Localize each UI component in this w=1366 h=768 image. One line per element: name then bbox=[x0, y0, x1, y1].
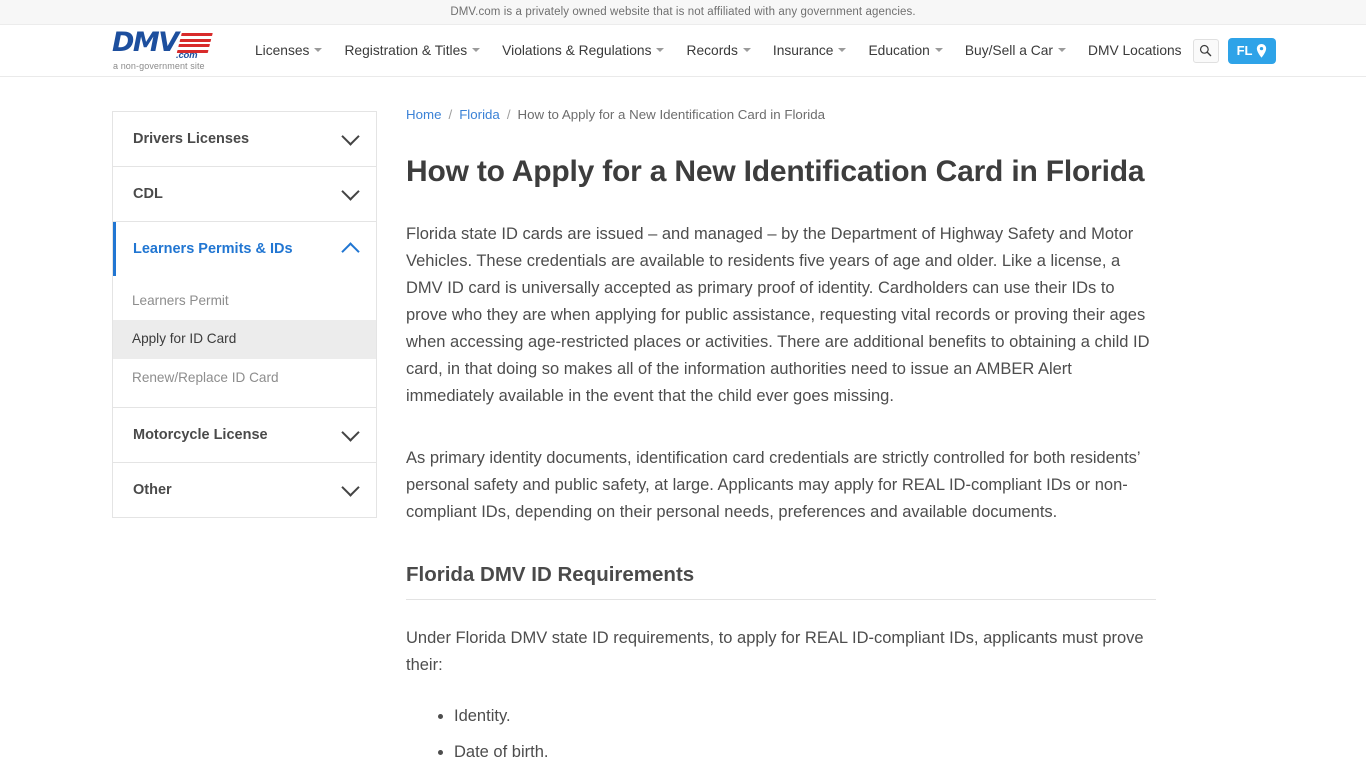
nav-item-dmv-locations[interactable]: DMV Locations bbox=[1077, 42, 1193, 58]
site-header: DMV .com a non-government site Licenses … bbox=[0, 25, 1366, 77]
sidebar-section-other: Other bbox=[113, 462, 376, 517]
main-content: Home / Florida / How to Apply for a New … bbox=[406, 107, 1156, 768]
sidebar-subitem-apply-for-id-card[interactable]: Apply for ID Card bbox=[113, 320, 376, 359]
nav-item-registration-titles[interactable]: Registration & Titles bbox=[333, 42, 491, 58]
sidebar-section-label: Other bbox=[133, 481, 172, 498]
nav-label: Violations & Regulations bbox=[502, 42, 652, 58]
chevron-down-icon bbox=[341, 182, 360, 201]
search-icon bbox=[1200, 44, 1212, 57]
sidebar-subitem-label: Apply for ID Card bbox=[132, 331, 237, 347]
sidebar-section-motorcycle-license: Motorcycle License bbox=[113, 407, 376, 463]
chevron-down-icon bbox=[1058, 48, 1067, 53]
disclaimer-text: DMV.com is a privately owned website tha… bbox=[450, 6, 916, 18]
main-navigation: Licenses Registration & Titles Violation… bbox=[244, 42, 1193, 58]
breadcrumb-current: How to Apply for a New Identification Ca… bbox=[517, 107, 825, 122]
nav-label: Licenses bbox=[255, 42, 310, 58]
location-pin-icon bbox=[1257, 43, 1267, 58]
intro-paragraph-1: Florida state ID cards are issued – and … bbox=[406, 225, 1150, 405]
nav-label: Records bbox=[686, 42, 738, 58]
nav-item-insurance[interactable]: Insurance bbox=[762, 42, 858, 58]
nav-item-violations-regulations[interactable]: Violations & Regulations bbox=[491, 42, 675, 58]
chevron-down-icon bbox=[472, 48, 481, 53]
nav-label: Buy/Sell a Car bbox=[964, 42, 1054, 58]
chevron-down-icon bbox=[656, 48, 665, 53]
sidebar-subitem-label: Renew/Replace ID Card bbox=[132, 369, 279, 385]
breadcrumb-link-florida[interactable]: Florida bbox=[459, 107, 500, 122]
chevron-up-icon bbox=[341, 241, 360, 261]
chevron-down-icon bbox=[341, 478, 360, 497]
page-title: How to Apply for a New Identification Ca… bbox=[406, 155, 1145, 188]
sidebar-subitems: Learners Permit Apply for ID Card Renew/… bbox=[113, 276, 376, 407]
sidebar-item-cdl[interactable]: CDL bbox=[113, 167, 376, 221]
sidebar-item-learners-permits-ids[interactable]: Learners Permits & IDs bbox=[113, 222, 376, 276]
chevron-down-icon bbox=[742, 48, 751, 53]
header-actions: FL bbox=[1192, 37, 1277, 64]
nav-item-licenses[interactable]: Licenses bbox=[244, 42, 333, 58]
state-label: FL bbox=[1236, 43, 1253, 58]
disclaimer-bar: DMV.com is a privately owned website tha… bbox=[0, 0, 1366, 25]
nav-item-education[interactable]: Education bbox=[857, 42, 953, 58]
sidebar-section-learners-permits-ids: Learners Permits & IDs Learners Permit A… bbox=[113, 222, 376, 408]
sidebar-section-label: Drivers Licenses bbox=[133, 131, 250, 147]
sidebar-item-motorcycle-license[interactable]: Motorcycle License bbox=[113, 407, 376, 462]
nav-label: Insurance bbox=[772, 42, 834, 58]
page-body: Drivers Licenses CDL Learners Permits & … bbox=[0, 77, 1366, 768]
chevron-down-icon bbox=[934, 48, 943, 53]
logo-tagline: a non-government site bbox=[113, 60, 205, 71]
logo-wordmark: DMV bbox=[112, 26, 220, 58]
sidebar-section-label: Motorcycle License bbox=[133, 426, 268, 443]
chevron-down-icon bbox=[314, 48, 323, 53]
sidebar-item-other[interactable]: Other bbox=[113, 462, 376, 517]
sidebar-section-label: CDL bbox=[133, 186, 163, 202]
logo-com-text: .com bbox=[176, 49, 198, 61]
sidebar-subitem-learners-permit[interactable]: Learners Permit bbox=[113, 282, 376, 320]
list-item: Date of birth. bbox=[454, 739, 1156, 766]
sidebar-section-cdl: CDL bbox=[113, 167, 376, 222]
sidebar-subitem-label: Learners Permit bbox=[132, 293, 229, 308]
chevron-down-icon bbox=[341, 423, 360, 442]
sidebar-subitem-renew-replace-id-card[interactable]: Renew/Replace ID Card bbox=[113, 359, 376, 397]
sidebar-section-label: Learners Permits & IDs bbox=[133, 241, 293, 257]
breadcrumb-separator: / bbox=[506, 107, 511, 122]
chevron-down-icon bbox=[341, 127, 360, 146]
requirements-paragraph: Under Florida DMV state ID requirements,… bbox=[406, 628, 1144, 674]
sidebar-section-drivers-licenses: Drivers Licenses bbox=[113, 112, 376, 167]
list-item: Identity. bbox=[454, 703, 1156, 730]
requirements-list: Identity. Date of birth. bbox=[406, 703, 1156, 766]
nav-label: Registration & Titles bbox=[344, 42, 468, 58]
nav-item-records[interactable]: Records bbox=[675, 42, 761, 58]
dmv-logo[interactable]: DMV .com a non-government site bbox=[112, 26, 220, 74]
breadcrumb: Home / Florida / How to Apply for a New … bbox=[406, 107, 1156, 122]
state-selector-button[interactable]: FL bbox=[1227, 37, 1277, 64]
search-button[interactable] bbox=[1192, 38, 1219, 63]
sidebar-item-drivers-licenses[interactable]: Drivers Licenses bbox=[113, 112, 376, 166]
breadcrumb-link-home[interactable]: Home bbox=[406, 107, 441, 122]
nav-item-buy-sell-a-car[interactable]: Buy/Sell a Car bbox=[954, 42, 1077, 58]
nav-label: Education bbox=[868, 42, 930, 58]
section-heading-id-requirements: Florida DMV ID Requirements bbox=[406, 563, 1156, 600]
chevron-down-icon bbox=[838, 48, 847, 53]
sidebar-navigation: Drivers Licenses CDL Learners Permits & … bbox=[112, 111, 377, 518]
logo-text: DMV bbox=[112, 26, 179, 58]
nav-label: DMV Locations bbox=[1088, 42, 1182, 58]
intro-paragraph-2: As primary identity documents, identific… bbox=[406, 449, 1140, 521]
breadcrumb-separator: / bbox=[448, 107, 453, 122]
